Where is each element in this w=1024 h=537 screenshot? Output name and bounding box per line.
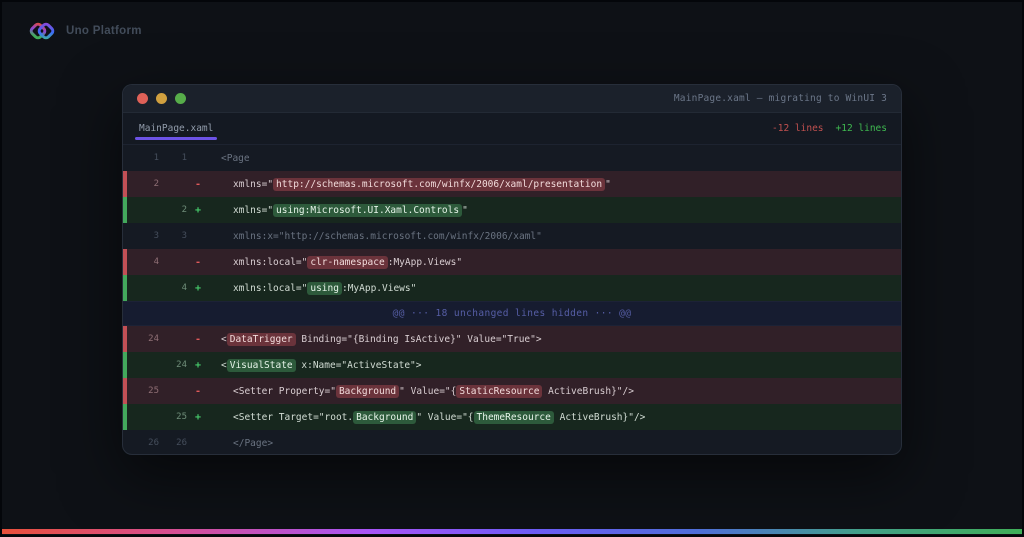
diff-marker: - [187,386,209,397]
diff-row: 4+xmlns:local="using:MyApp.Views" [123,275,901,301]
window-titlebar: MainPage.xaml — migrating to WinUI 3 [123,85,901,113]
added-lines-count: +12 lines [836,123,887,134]
line-number-old: 25 [123,386,159,396]
code-line: <VisualState x:Name="ActiveState"> [209,360,422,371]
code-line: <Setter Target="root.Background" Value="… [209,412,645,423]
line-number-old: 2 [123,179,159,189]
traffic-lights [137,93,186,104]
changed-token: VisualState [227,359,296,372]
diff-row: 11 <Page [123,145,901,171]
changed-token: Background [336,385,399,398]
code-line: <Page [209,153,250,164]
code-line: xmlns="http://schemas.microsoft.com/winf… [209,179,611,190]
changed-token: Background [353,411,416,424]
changed-token: StaticResource [456,385,542,398]
diff-row: 25+<Setter Target="root.Background" Valu… [123,404,901,430]
changed-token: ThemeResource [474,411,554,424]
line-number-new: 25 [159,412,187,422]
line-number-old: 26 [123,438,159,448]
changed-token: DataTrigger [227,333,296,346]
line-number-old: 3 [123,231,159,241]
tab-mainpage-xaml[interactable]: MainPage.xaml [137,113,215,144]
bottom-gradient-bar [2,529,1022,534]
line-number-new: 4 [159,283,187,293]
code-line: xmlns:x="http://schemas.microsoft.com/wi… [209,231,542,242]
window-title: MainPage.xaml — migrating to WinUI 3 [186,93,887,104]
tab-label: MainPage.xaml [139,123,213,134]
diff-row: 25 -<Setter Property="Background" Value="… [123,378,901,404]
hidden-lines-separator: @@ ··· 18 unchanged lines hidden ··· @@ [123,301,901,326]
maximize-button[interactable] [175,93,186,104]
changed-token: clr-namespace [307,256,387,269]
minimize-button[interactable] [156,93,167,104]
diff-row: 4 -xmlns:local="clr-namespace:MyApp.Views… [123,249,901,275]
line-number-old: 4 [123,257,159,267]
line-number-new: 1 [159,153,187,163]
line-number-old: 24 [123,334,159,344]
diff-stats: -12 lines +12 lines [772,113,901,144]
diff-marker: - [187,257,209,268]
code-diff-window: MainPage.xaml — migrating to WinUI 3 Mai… [122,84,902,455]
code-line: <DataTrigger Binding="{Binding IsActive}… [209,334,542,345]
line-number-new: 2 [159,205,187,215]
close-button[interactable] [137,93,148,104]
uno-platform-logo-icon [28,17,56,45]
diff-marker: + [187,360,209,371]
changed-token: using:Microsoft.UI.Xaml.Controls [273,204,462,217]
code-line: xmlns:local="clr-namespace:MyApp.Views" [209,257,462,268]
diff-row: 2+xmlns="using:Microsoft.UI.Xaml.Control… [123,197,901,223]
diff-row: 24 -<DataTrigger Binding="{Binding IsActi… [123,326,901,352]
diff-marker: + [187,205,209,216]
removed-lines-count: -12 lines [772,123,823,134]
brand-name: Uno Platform [66,25,142,37]
code-line: xmlns="using:Microsoft.UI.Xaml.Controls" [209,205,468,216]
changed-token: using [307,282,342,295]
diff-marker: - [187,179,209,190]
brand: Uno Platform [28,17,142,45]
line-number-new: 3 [159,231,187,241]
diff-marker: + [187,283,209,294]
diff-row: 33 xmlns:x="http://schemas.microsoft.com/… [123,223,901,249]
line-number-new: 26 [159,438,187,448]
changed-token: http://schemas.microsoft.com/winfx/2006/… [273,178,605,191]
diff-row: 2 -xmlns="http://schemas.microsoft.com/wi… [123,171,901,197]
diff-row: 24+<VisualState x:Name="ActiveState"> [123,352,901,378]
line-number-new: 24 [159,360,187,370]
diff-rows: 11<Page2-xmlns="http://schemas.microsoft… [123,145,901,455]
code-line: xmlns:local="using:MyApp.Views" [209,283,416,294]
diff-row: 2626 </Page> [123,430,901,455]
diff-marker: - [187,334,209,345]
line-number-old: 1 [123,153,159,163]
code-line: <Setter Property="Background" Value="{St… [209,386,634,397]
diff-marker: + [187,412,209,423]
code-line: </Page> [209,438,273,449]
tab-bar: MainPage.xaml -12 lines +12 lines [123,113,901,145]
